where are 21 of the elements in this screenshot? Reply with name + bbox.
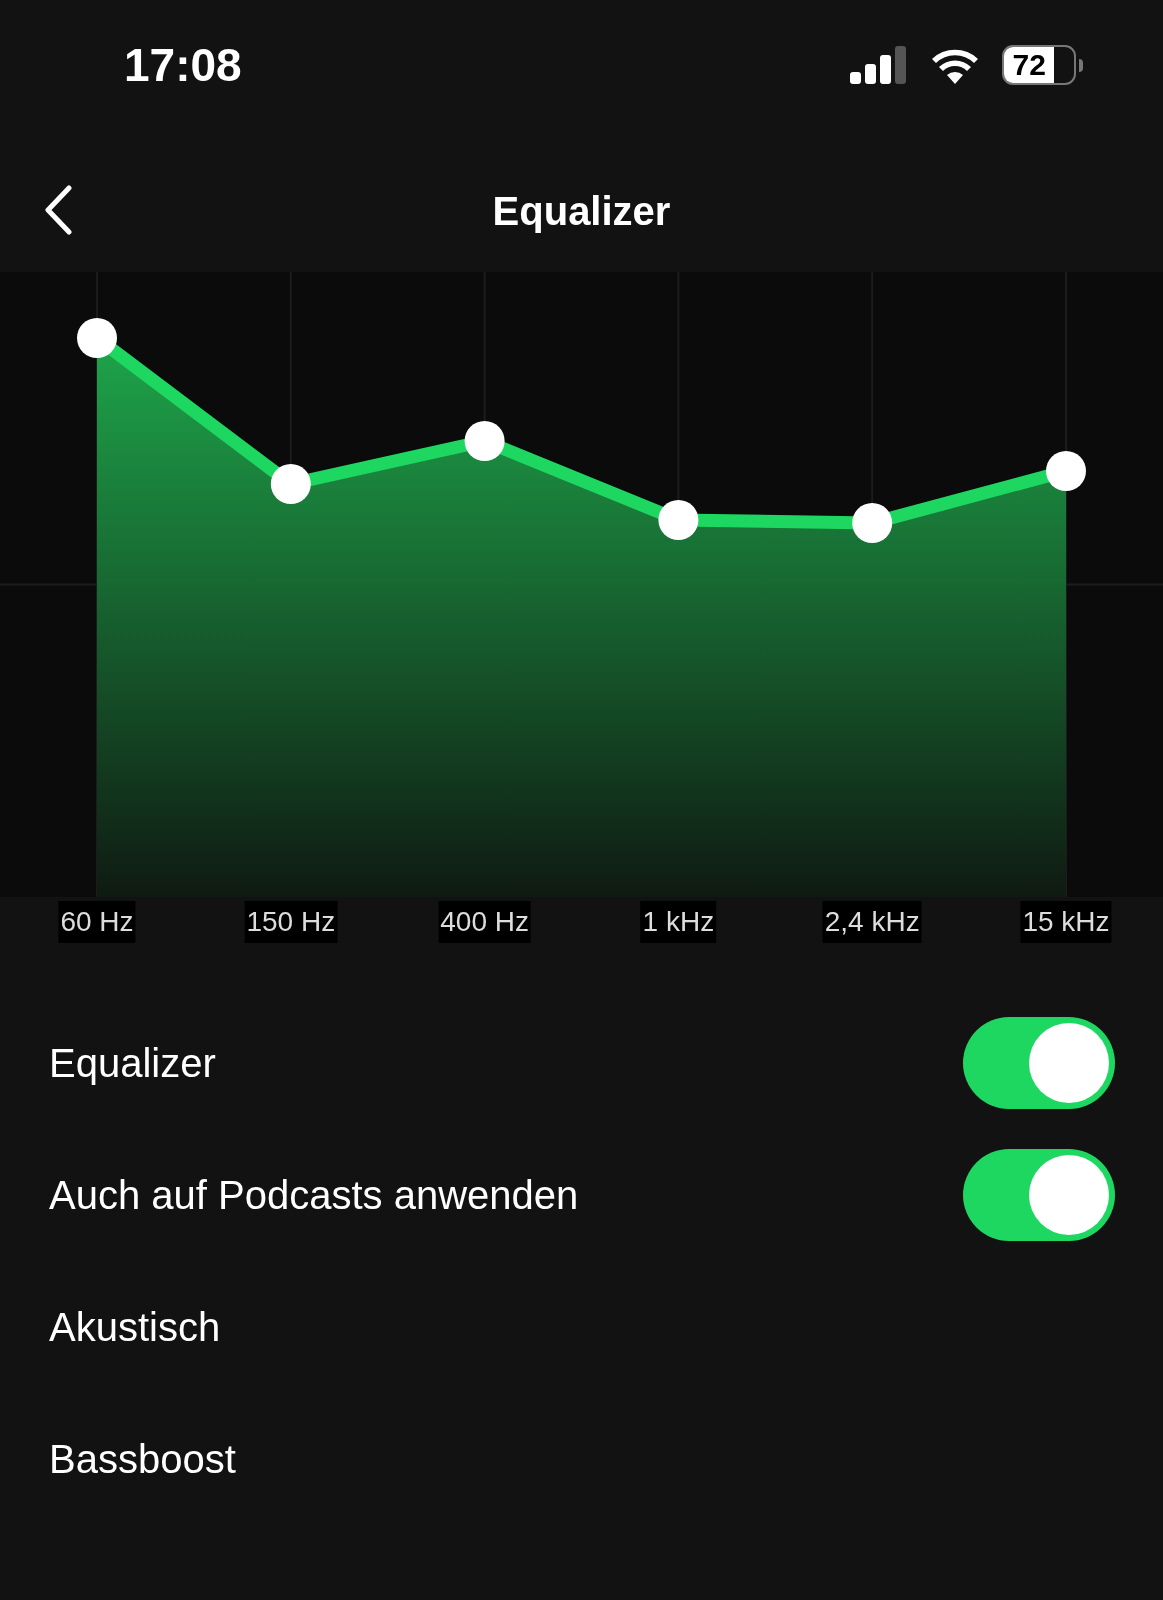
- battery-level: 72: [1012, 50, 1046, 80]
- band-handle[interactable]: [270, 464, 311, 504]
- frequency-label: 60 Hz: [58, 901, 136, 943]
- status-time: 17:08: [124, 37, 242, 93]
- signal-icon: [850, 46, 908, 84]
- frequency-label: 1 kHz: [640, 901, 717, 943]
- band-handle[interactable]: [658, 500, 699, 540]
- setting-label[interactable]: Bassboost: [49, 1429, 236, 1489]
- back-icon: [43, 185, 73, 235]
- frequency-label: 15 kHz: [1020, 901, 1112, 943]
- band-handle[interactable]: [1046, 451, 1086, 491]
- setting-label: Equalizer: [49, 1040, 216, 1087]
- setting-label: Auch auf Podcasts anwenden: [49, 1172, 579, 1219]
- band-handle[interactable]: [464, 421, 505, 461]
- frequency-label: 400 Hz: [438, 901, 531, 943]
- band-handle[interactable]: [77, 318, 117, 358]
- frequency-label: 150 Hz: [244, 901, 338, 943]
- band-handle[interactable]: [852, 503, 893, 543]
- setting-label[interactable]: Akustisch: [49, 1297, 221, 1357]
- frequency-label: 2,4 kHz: [822, 901, 922, 943]
- page-title: Equalizer: [492, 188, 671, 235]
